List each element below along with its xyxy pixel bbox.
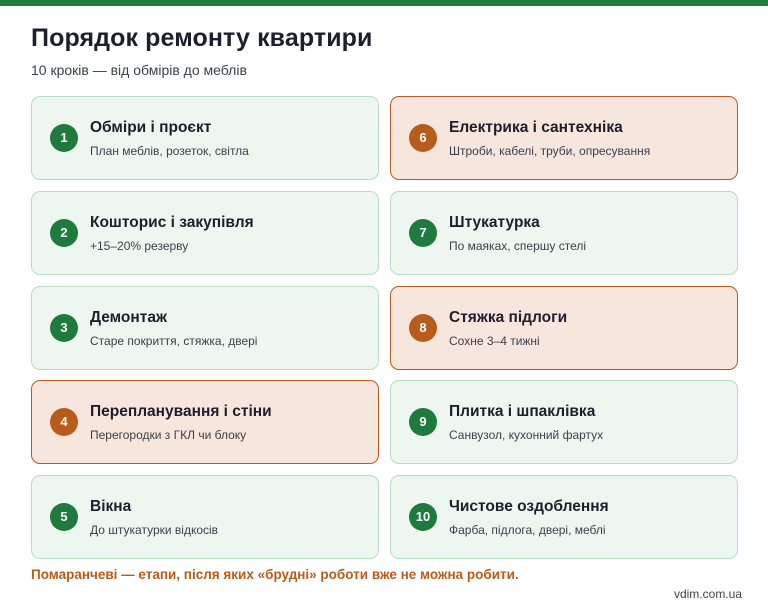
step-title: Електрика і сантехніка (449, 119, 623, 136)
step-number-badge: 7 (409, 219, 437, 247)
step-title: Вікна (90, 498, 132, 515)
step-description: По маяках, спершу стелі (449, 239, 587, 253)
step-description: +15–20% резерву (90, 239, 189, 253)
step-title: Стяжка підлоги (449, 309, 568, 326)
step-title: Плитка і шпаклівка (449, 403, 596, 420)
step-title: Штукатурка (449, 214, 540, 231)
step-description: Штроби, кабелі, труби, опресування (449, 144, 651, 158)
step-number-badge: 1 (50, 124, 78, 152)
step-description: Санвузол, кухонний фартух (449, 428, 604, 442)
step-description: Фарба, підлога, двері, меблі (449, 523, 606, 537)
step-card-7: 7 Штукатурка По маяках, спершу стелі (390, 191, 738, 275)
step-description: Сохне 3–4 тижні (449, 334, 540, 348)
step-number-badge: 10 (409, 503, 437, 531)
step-number-badge: 2 (50, 219, 78, 247)
step-card-5: 5 Вікна До штукатурки відкосів (31, 475, 379, 559)
step-number-badge: 8 (409, 314, 437, 342)
step-title: Демонтаж (90, 309, 167, 326)
step-description: Перегородки з ГКЛ чи блоку (90, 428, 247, 442)
source-credit: vdim.com.ua (673, 587, 742, 601)
step-description: План меблів, розеток, світла (90, 144, 249, 158)
step-card-3: 3 Демонтаж Старе покриття, стяжка, двері (31, 286, 379, 370)
step-card-8: 8 Стяжка підлоги Сохне 3–4 тижні (390, 286, 738, 370)
step-title: Перепланування і стіни (90, 403, 272, 420)
step-number-badge: 9 (409, 408, 437, 436)
step-card-4: 4 Перепланування і стіни Перегородки з Г… (31, 380, 379, 464)
steps-grid: 1 Обміри і проєкт План меблів, розеток, … (0, 0, 768, 614)
step-card-1: 1 Обміри і проєкт План меблів, розеток, … (31, 96, 379, 180)
step-number-badge: 6 (409, 124, 437, 152)
step-description: До штукатурки відкосів (90, 523, 219, 537)
legend-note: Помаранчеві — етапи, після яких «брудні»… (31, 567, 519, 582)
step-card-2: 2 Кошторис і закупівля +15–20% резерву (31, 191, 379, 275)
step-card-6: 6 Електрика і сантехніка Штроби, кабелі,… (390, 96, 738, 180)
step-card-10: 10 Чистове оздоблення Фарба, підлога, дв… (390, 475, 738, 559)
step-title: Чистове оздоблення (449, 498, 609, 515)
step-number-badge: 4 (50, 408, 78, 436)
step-title: Кошторис і закупівля (90, 214, 254, 231)
step-number-badge: 3 (50, 314, 78, 342)
step-number-badge: 5 (50, 503, 78, 531)
step-title: Обміри і проєкт (90, 119, 212, 136)
step-card-9: 9 Плитка і шпаклівка Санвузол, кухонний … (390, 380, 738, 464)
step-description: Старе покриття, стяжка, двері (90, 334, 258, 348)
